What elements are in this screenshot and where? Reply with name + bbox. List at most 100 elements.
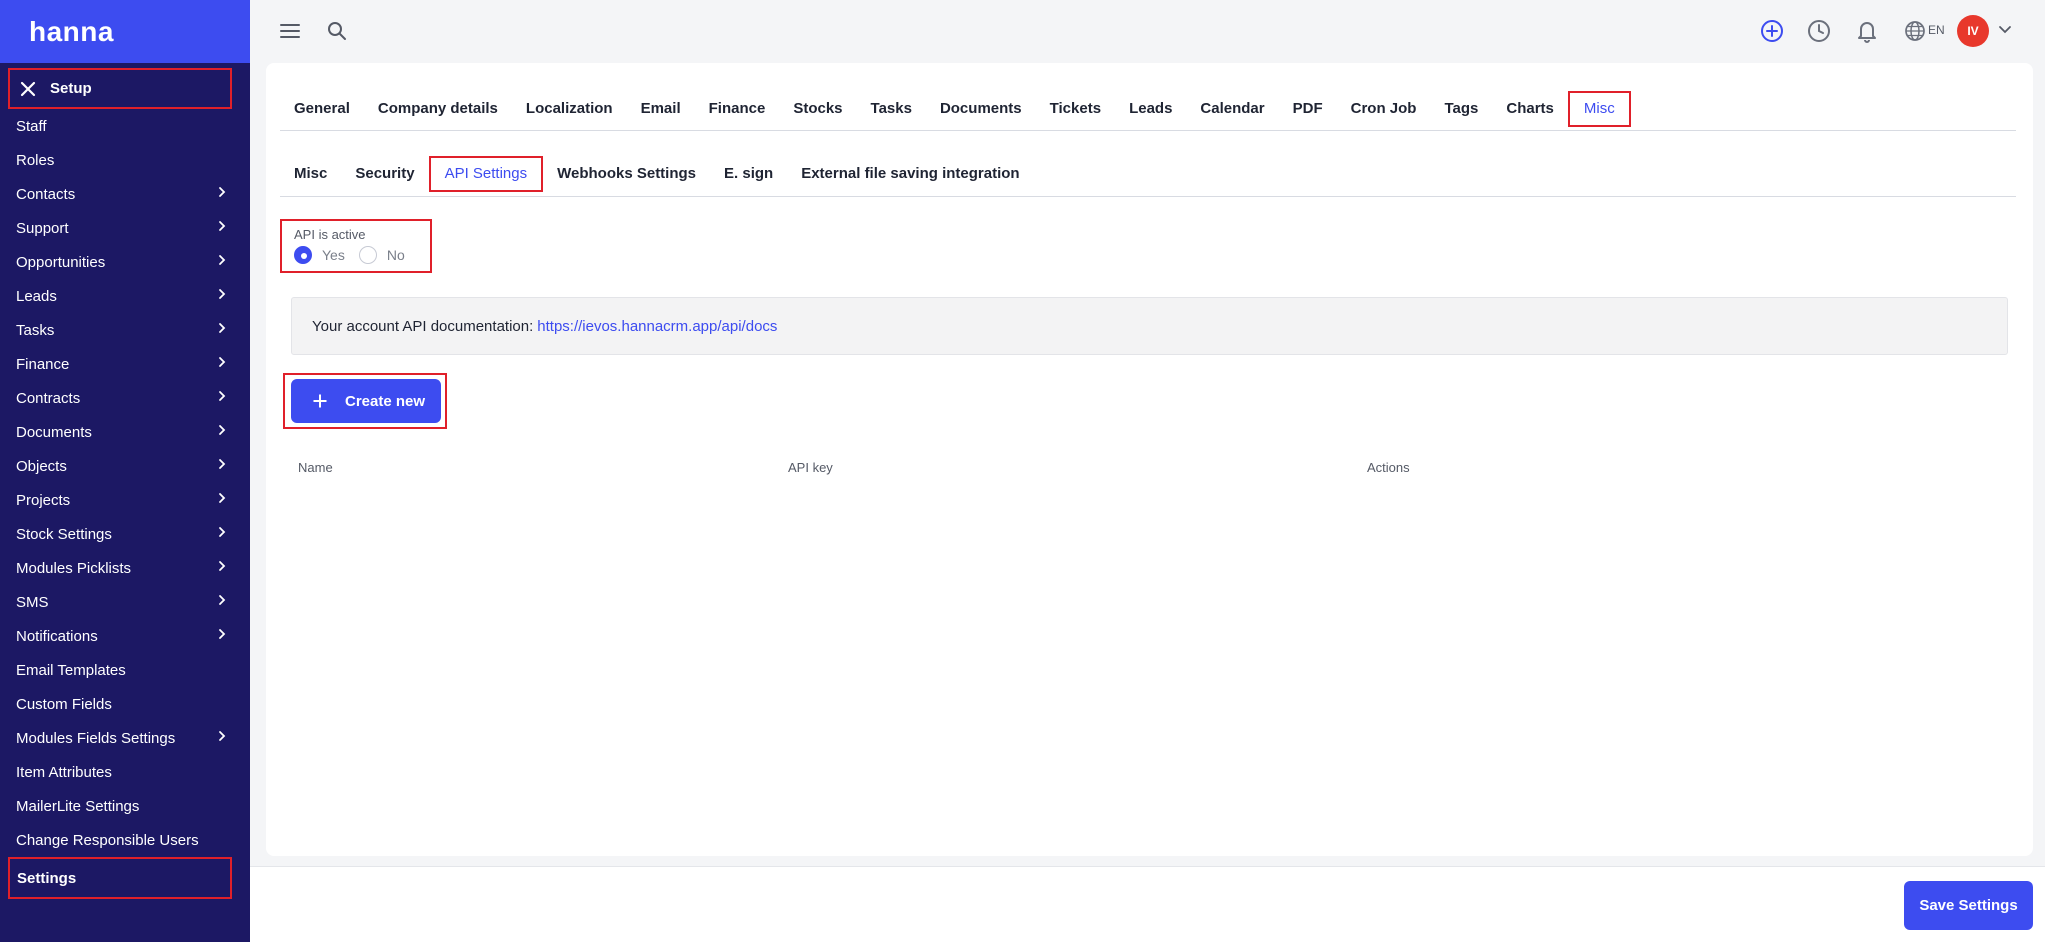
sidebar-item-label: Documents [16,423,92,441]
tab-localization[interactable]: Localization [512,91,627,127]
chevron-down-icon[interactable] [1998,24,2012,36]
sidebar-menu: Staff Roles Contacts Support Opportunities Le… [0,109,250,899]
setup-toggle-button[interactable]: Setup [8,68,232,109]
sidebar-item-label: Roles [16,151,55,169]
chevron-right-icon [219,731,226,741]
tab-tickets[interactable]: Tickets [1036,91,1115,127]
chevron-right-icon [219,595,226,605]
chevron-right-icon [219,493,226,503]
radio-button[interactable] [294,246,312,264]
sidebar-item-stock-settings[interactable]: Stock Settings [0,517,250,551]
tab-cron-job[interactable]: Cron Job [1337,91,1431,127]
subtab-external-file-saving-integration[interactable]: External file saving integration [787,156,1033,192]
column-header-actions: Actions [1367,460,1410,475]
tab-calendar[interactable]: Calendar [1186,91,1278,127]
add-circle-icon[interactable] [1760,19,1784,43]
sidebar-item-label: MailerLite Settings [16,797,140,815]
plus-icon [313,394,327,408]
sidebar-item-notifications[interactable]: Notifications [0,619,250,653]
tab-charts[interactable]: Charts [1492,91,1568,127]
tab-email[interactable]: Email [627,91,695,127]
sidebar-item-staff[interactable]: Staff [0,109,250,143]
setup-label: Setup [50,80,92,97]
api-active-label: API is active [294,227,366,242]
tab-tasks[interactable]: Tasks [857,91,926,127]
sidebar-item-change-responsible-users[interactable]: Change Responsible Users [0,823,250,857]
sidebar-item-projects[interactable]: Projects [0,483,250,517]
api-active-options: Yes No [294,246,430,264]
sidebar-item-modules-picklists[interactable]: Modules Picklists [0,551,250,585]
sidebar-item-sms[interactable]: SMS [0,585,250,619]
sidebar-item-label: Modules Picklists [16,559,132,577]
sidebar-item-label: Contracts [16,389,81,407]
settings-card: General Company details Localization Email F… [266,63,2033,856]
tab-stocks[interactable]: Stocks [779,91,856,127]
sidebar-item-item-attributes[interactable]: Item Attributes [0,755,250,789]
sidebar-item-contacts[interactable]: Contacts [0,177,250,211]
tab-tags[interactable]: Tags [1430,91,1492,127]
sidebar-item-support[interactable]: Support [0,211,250,245]
column-header-name[interactable]: Name [298,460,333,475]
subtab-webhooks-settings[interactable]: Webhooks Settings [543,156,710,192]
avatar[interactable]: IV [1957,15,1989,47]
subtab-e-sign[interactable]: E. sign [710,156,787,192]
sidebar-item-documents[interactable]: Documents [0,415,250,449]
sidebar-item-label: Settings [17,869,77,887]
sidebar-item-settings[interactable]: Settings [8,857,232,899]
search-icon[interactable] [327,21,347,41]
sidebar-item-leads[interactable]: Leads [0,279,250,313]
sidebar-item-label: Contacts [16,185,76,203]
sidebar-item-roles[interactable]: Roles [0,143,250,177]
sidebar-item-modules-fields-settings[interactable]: Modules Fields Settings [0,721,250,755]
column-header-api-key[interactable]: API key [788,460,833,475]
globe-icon[interactable] [1904,20,1926,42]
main-tabs: General Company details Localization Email F… [280,87,2016,131]
tab-general[interactable]: General [280,91,364,127]
radio-label: No [386,247,405,263]
sidebar-item-tasks[interactable]: Tasks [0,313,250,347]
tab-leads[interactable]: Leads [1115,91,1186,127]
subtab-security[interactable]: Security [341,156,428,192]
sidebar-item-label: Support [16,219,69,237]
chevron-right-icon [219,629,226,639]
sidebar-item-objects[interactable]: Objects [0,449,250,483]
close-icon [20,81,36,96]
tab-misc[interactable]: Misc [1567,90,1631,127]
sidebar-item-finance[interactable]: Finance [0,347,250,381]
chevron-right-icon [219,221,226,231]
sidebar-item-label: Notifications [16,627,98,645]
hanna-logo[interactable]: hanna [0,0,250,63]
sidebar-item-label: Tasks [16,321,55,339]
chevron-right-icon [219,255,226,265]
sidebar-item-opportunities[interactable]: Opportunities [0,245,250,279]
tab-documents[interactable]: Documents [926,91,1036,127]
clock-icon[interactable] [1807,19,1831,43]
sidebar: hanna Setup Staff Roles Contacts Support Opp… [0,0,250,942]
sidebar-item-email-templates[interactable]: Email Templates [0,653,250,687]
subtab-api-settings[interactable]: API Settings [428,155,544,192]
radio-button[interactable] [358,246,377,264]
sub-tabs: Misc Security API Settings Webhooks Setting… [280,151,2016,197]
api-docs-banner: Your account API documentation: https://… [291,297,2008,355]
api-docs-link[interactable]: https://ievos.hannacrm.app/api/docs [537,318,777,335]
tab-company-details[interactable]: Company details [364,91,512,127]
sidebar-item-mailerlite-settings[interactable]: MailerLite Settings [0,789,250,823]
save-settings-button[interactable]: Save Settings [1904,881,2033,930]
menu-icon[interactable] [280,22,300,40]
language-label[interactable]: EN [1928,23,1945,37]
radio-yes[interactable]: Yes [294,246,345,264]
create-new-button[interactable]: Create new [291,379,441,423]
sidebar-item-custom-fields[interactable]: Custom Fields [0,687,250,721]
sidebar-item-contracts[interactable]: Contracts [0,381,250,415]
tab-finance[interactable]: Finance [695,91,780,127]
create-new-wrapper: Create new [283,373,447,429]
subtab-misc[interactable]: Misc [280,156,341,192]
footer-bar [250,867,2045,942]
bell-icon[interactable] [1856,19,1878,43]
chevron-right-icon [219,357,226,367]
tab-pdf[interactable]: PDF [1279,91,1337,127]
sidebar-item-label: Custom Fields [16,695,112,713]
sidebar-item-label: Stock Settings [16,525,112,543]
topbar: EN IV [250,0,2045,63]
radio-no[interactable]: No [358,246,405,264]
